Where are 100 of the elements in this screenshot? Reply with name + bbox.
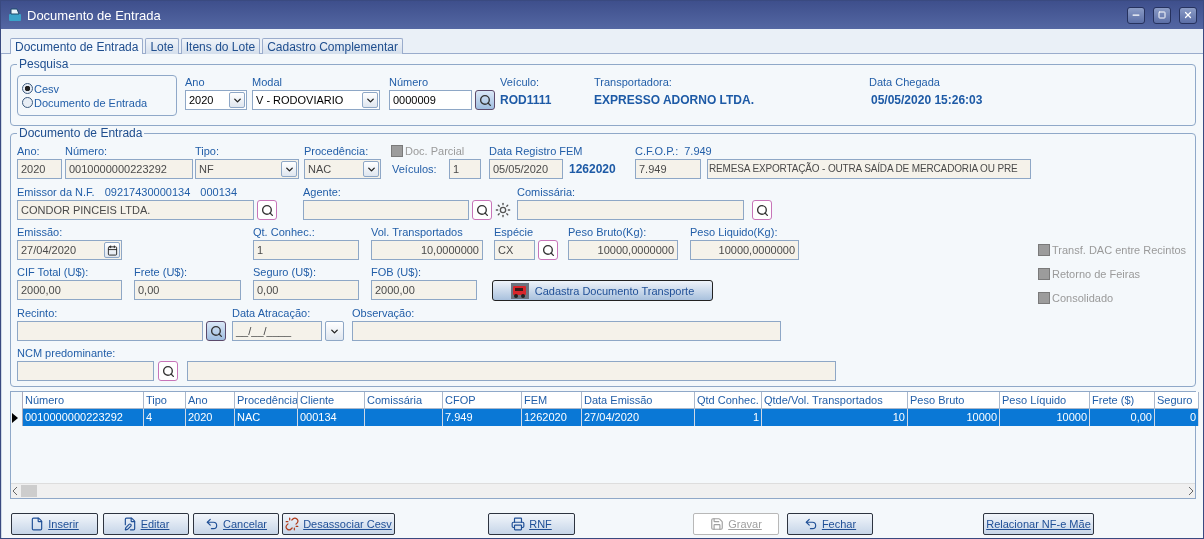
horizontal-scrollbar[interactable] — [11, 483, 1195, 498]
text-field[interactable]: 0,00 — [134, 280, 241, 300]
date-field[interactable]: 27/04/2020 — [17, 240, 122, 260]
field-label: Seguro (U$): — [253, 265, 316, 279]
action-button[interactable]: Desassociar Cesv — [282, 513, 395, 535]
column-header[interactable]: Número — [23, 392, 144, 409]
action-button[interactable]: Fechar — [787, 513, 873, 535]
column-header[interactable]: Peso Líquido — [1000, 392, 1090, 409]
text-field[interactable]: CONDOR PINCEIS LTDA. — [17, 200, 254, 220]
unlink-icon — [285, 517, 300, 531]
column-header[interactable]: Data Emissão — [582, 392, 695, 409]
text-field[interactable]: 0,00 — [253, 280, 359, 300]
table-cell: 10000 — [1000, 409, 1090, 426]
text-field[interactable] — [17, 321, 203, 341]
text-field[interactable]: 0000009 — [389, 90, 472, 110]
group-title: Pesquisa — [17, 58, 71, 71]
column-header[interactable]: Qtd Conhec. — [695, 392, 762, 409]
text-field[interactable]: 7.949 — [635, 159, 701, 179]
radio-button[interactable] — [22, 83, 33, 94]
tab[interactable]: Cadastro Complementar — [262, 38, 403, 54]
maximize-button[interactable] — [1153, 6, 1171, 24]
search-button[interactable] — [472, 200, 492, 220]
save-icon — [710, 517, 725, 531]
table-cell: 7.949 — [443, 409, 522, 426]
scroll-thumb[interactable] — [21, 485, 37, 497]
app-icon — [7, 7, 23, 23]
column-header[interactable]: Frete ($) — [1090, 392, 1155, 409]
table-cell: 1262020 — [522, 409, 582, 426]
table-cell: 4 — [144, 409, 186, 426]
field-label: Recinto: — [17, 306, 58, 320]
edit-icon — [122, 517, 137, 531]
table-cell: 10 — [762, 409, 908, 426]
dropdown-field[interactable]: 2020 — [185, 90, 247, 110]
column-header[interactable]: FEM — [522, 392, 582, 409]
text-field[interactable]: CX — [494, 240, 535, 260]
text-field[interactable]: 10,0000000 — [371, 240, 483, 260]
column-header[interactable]: Comissária — [365, 392, 443, 409]
radio-button[interactable] — [22, 97, 33, 108]
search-button[interactable] — [538, 240, 558, 260]
action-button[interactable]: Cancelar — [193, 513, 279, 535]
register-transport-button[interactable]: Cadastra Documento Transporte — [492, 280, 713, 301]
table-cell: 0010000000223292 — [23, 409, 144, 426]
search-icon — [209, 324, 223, 338]
column-header[interactable]: Seguro — [1155, 392, 1199, 409]
text-field[interactable] — [352, 321, 781, 341]
text-field[interactable]: 10000,0000000 — [568, 240, 678, 260]
search-button[interactable] — [752, 200, 772, 220]
column-header[interactable]: Cliente — [298, 392, 365, 409]
text-field[interactable]: 2020 — [17, 159, 62, 179]
action-button[interactable]: Relacionar NF-e Mãe — [983, 513, 1094, 535]
field-label: NCM predominante: — [17, 346, 116, 360]
column-header[interactable]: Ano — [186, 392, 235, 409]
field-label: Qt. Conhec.: — [253, 225, 315, 239]
text-field[interactable]: 2000,00 — [371, 280, 477, 300]
text-field[interactable]: 1 — [449, 159, 481, 179]
field-label: Veículos: — [392, 162, 437, 176]
action-button[interactable]: Editar — [103, 513, 189, 535]
field-label: 09217430000134 — [104, 185, 191, 199]
field-label: Frete (U$): — [134, 265, 188, 279]
text-field[interactable]: 10000,0000000 — [690, 240, 799, 260]
table-cell: 27/04/2020 — [582, 409, 695, 426]
arrival-date-value: 05/05/2020 15:26:03 — [871, 93, 983, 107]
field-label: Transportadora: — [594, 75, 672, 89]
column-header[interactable]: Qtde/Vol. Transportados — [762, 392, 908, 409]
column-header[interactable]: Peso Bruto — [908, 392, 1000, 409]
dropdown-field[interactable]: V - RODOVIARIO — [252, 90, 380, 110]
text-field[interactable] — [17, 361, 154, 381]
column-header[interactable]: CFOP — [443, 392, 522, 409]
search-button[interactable] — [158, 361, 178, 381]
close-icon — [1183, 10, 1193, 20]
text-field[interactable] — [303, 200, 469, 220]
scroll-right-icon[interactable] — [1187, 487, 1195, 495]
text-field[interactable]: __/__/____ — [232, 321, 322, 341]
dropdown-field[interactable]: NAC — [304, 159, 381, 179]
caret-icon[interactable] — [325, 321, 344, 341]
search-button[interactable] — [475, 90, 495, 110]
action-button[interactable]: RNF — [488, 513, 575, 535]
text-field[interactable]: 0010000000223292 — [65, 159, 193, 179]
column-header[interactable]: Tipo — [144, 392, 186, 409]
text-field[interactable]: REMESA EXPORTAÇÃO - OUTRA SAÍDA DE MERCADORIA OU PRE — [707, 159, 1031, 179]
field-label: Comissária: — [517, 185, 576, 199]
tab[interactable]: Itens do Lote — [180, 38, 261, 54]
scroll-left-icon[interactable] — [11, 487, 19, 495]
search-button[interactable] — [257, 200, 277, 220]
dropdown-field[interactable]: NF — [195, 159, 299, 179]
carrier-value: EXPRESSO ADORNO LTDA. — [594, 93, 754, 107]
text-field[interactable]: 05/05/2020 — [489, 159, 563, 179]
text-field[interactable]: 2000,00 — [17, 280, 122, 300]
search-button[interactable] — [206, 321, 226, 341]
caret-icon — [362, 92, 378, 108]
close-button[interactable] — [1179, 6, 1197, 24]
text-field[interactable] — [187, 361, 836, 381]
field-label: Procedência: — [304, 144, 369, 158]
tab[interactable]: Lote — [145, 38, 179, 54]
minimize-button[interactable] — [1127, 6, 1145, 24]
text-field[interactable]: 1 — [253, 240, 359, 260]
text-field[interactable] — [517, 200, 744, 220]
action-button[interactable]: Inserir — [11, 513, 98, 535]
field-label: Agente: — [303, 185, 341, 199]
printer-icon — [511, 517, 526, 531]
